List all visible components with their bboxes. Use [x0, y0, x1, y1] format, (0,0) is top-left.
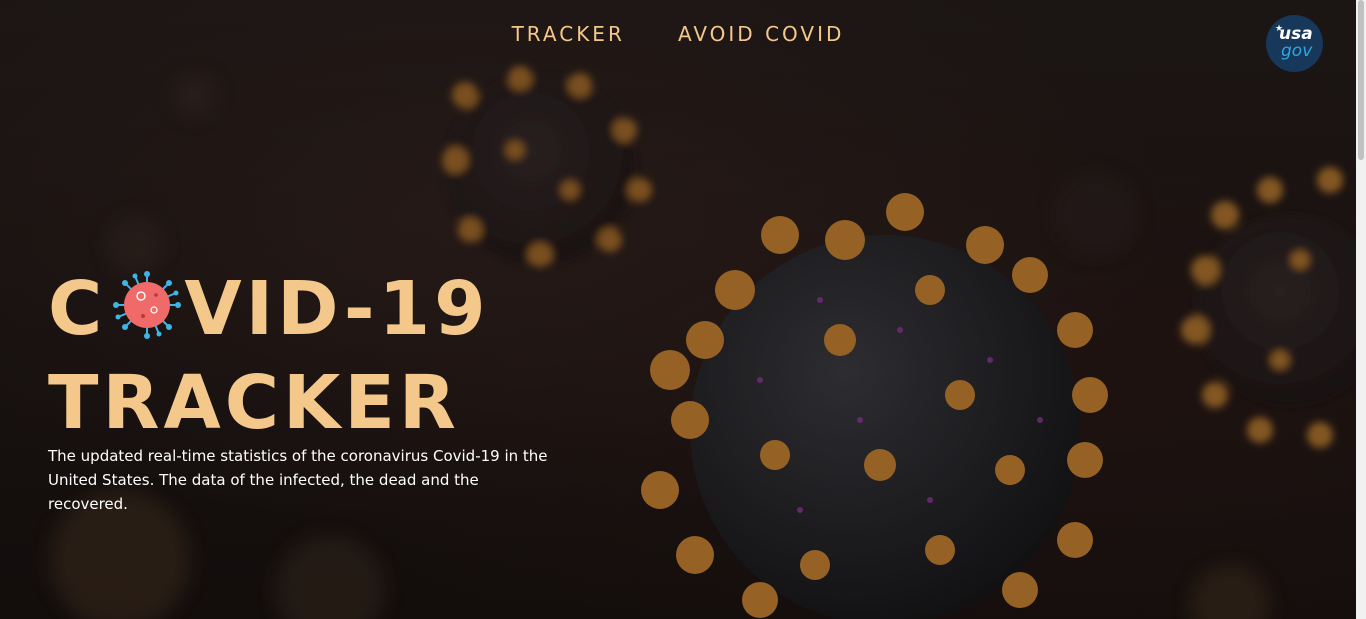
nav-link-tracker[interactable]: TRACKER	[512, 22, 625, 46]
hero-title: C VID-19 TRACKER	[48, 262, 490, 450]
landing-page: TRACKER AVOID COVID ★ usa gov C VID-19 T…	[0, 0, 1366, 619]
scrollbar-thumb[interactable]	[1358, 0, 1364, 160]
main-nav: TRACKER AVOID COVID	[0, 22, 1356, 46]
page-scrollbar[interactable]	[1356, 0, 1366, 619]
hero-title-rest: VID-19	[184, 266, 490, 352]
usagov-logo[interactable]: ★ usa gov	[1266, 15, 1323, 72]
hero-title-line-2: TRACKER	[48, 360, 460, 446]
usagov-logo-gov-text: gov	[1281, 41, 1313, 61]
hero-title-line-1: C VID-19	[48, 262, 490, 356]
hero-description: The updated real-time statistics of the …	[48, 447, 548, 513]
hero-title-letter-c: C	[48, 266, 107, 352]
nav-link-avoid-covid[interactable]: AVOID COVID	[678, 22, 844, 46]
coronavirus-icon	[113, 271, 182, 339]
